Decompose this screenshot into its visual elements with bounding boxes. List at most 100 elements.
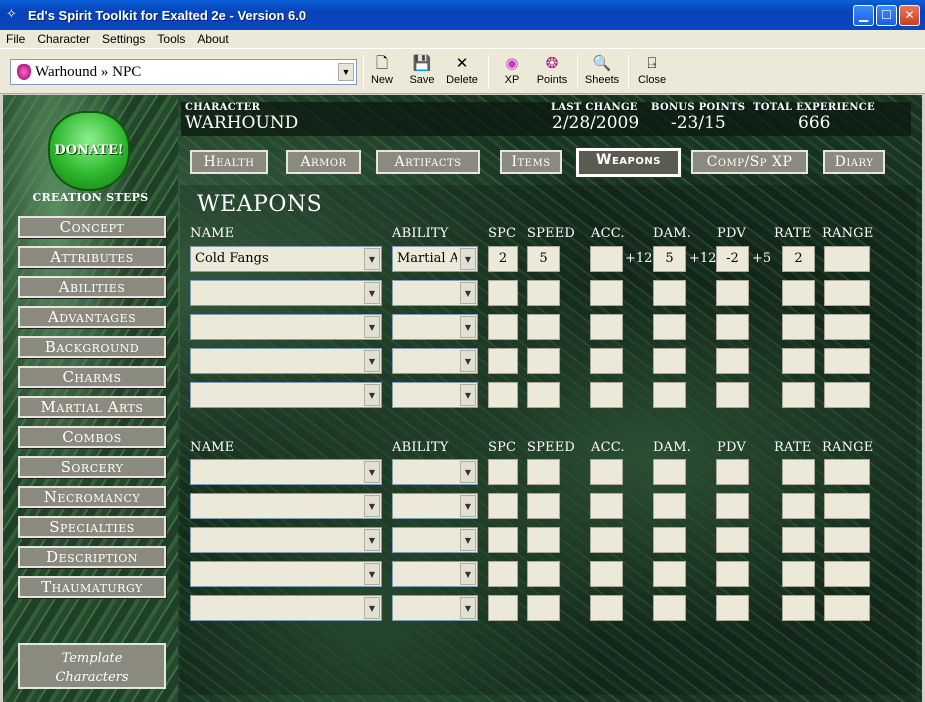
field-acc[interactable] <box>590 493 623 519</box>
field-range[interactable] <box>824 314 870 340</box>
field-pdv[interactable] <box>716 459 749 485</box>
field-speed[interactable] <box>527 595 560 621</box>
tab-diary[interactable]: Diary <box>823 150 885 174</box>
character-select[interactable]: Warhound » NPC ▼ <box>10 59 357 85</box>
field-pdv[interactable]: -2 <box>716 246 749 272</box>
field-pdv[interactable] <box>716 348 749 374</box>
field-acc[interactable] <box>590 348 623 374</box>
field-dam[interactable] <box>653 280 686 306</box>
chevron-down-icon[interactable]: ▼ <box>364 597 380 619</box>
chevron-down-icon[interactable]: ▼ <box>460 529 476 551</box>
nav-concept[interactable]: Concept <box>18 216 166 238</box>
ability-select[interactable]: ▼ <box>392 493 478 519</box>
field-dam[interactable] <box>653 493 686 519</box>
field-acc[interactable] <box>590 527 623 553</box>
ability-select[interactable]: ▼ <box>392 595 478 621</box>
close-button[interactable]: ⍈ Close <box>636 54 668 90</box>
chevron-down-icon[interactable]: ▼ <box>364 248 380 270</box>
chevron-down-icon[interactable]: ▼ <box>460 597 476 619</box>
menu-settings[interactable]: Settings <box>96 30 151 48</box>
chevron-down-icon[interactable]: ▼ <box>364 529 380 551</box>
field-dam[interactable] <box>653 348 686 374</box>
field-dam[interactable] <box>653 382 686 408</box>
field-speed[interactable] <box>527 459 560 485</box>
field-range[interactable] <box>824 348 870 374</box>
field-pdv[interactable] <box>716 280 749 306</box>
field-acc[interactable] <box>590 595 623 621</box>
weapon-name-select[interactable]: ▼ <box>190 314 382 340</box>
nav-specialties[interactable]: Specialties <box>18 516 166 538</box>
field-spc[interactable] <box>488 459 518 485</box>
field-acc[interactable] <box>590 382 623 408</box>
field-acc[interactable] <box>590 561 623 587</box>
chevron-down-icon[interactable]: ▼ <box>460 495 476 517</box>
field-speed[interactable] <box>527 493 560 519</box>
field-pdv[interactable] <box>716 595 749 621</box>
field-rate[interactable] <box>782 527 815 553</box>
chevron-down-icon[interactable]: ▼ <box>364 350 380 372</box>
field-pdv[interactable] <box>716 314 749 340</box>
tab-comp-sp-xp[interactable]: Comp/Sp XP <box>691 150 808 174</box>
close-window-button[interactable]: ✕ <box>899 5 920 26</box>
ability-select[interactable]: ▼ <box>392 561 478 587</box>
delete-button[interactable]: ✕ Delete <box>444 54 480 90</box>
maximize-button[interactable]: ☐ <box>876 5 897 26</box>
field-range[interactable] <box>824 493 870 519</box>
nav-necromancy[interactable]: Necromancy <box>18 486 166 508</box>
field-speed[interactable] <box>527 527 560 553</box>
nav-description[interactable]: Description <box>18 546 166 568</box>
field-acc[interactable] <box>590 280 623 306</box>
field-spc[interactable]: 2 <box>488 246 518 272</box>
ability-select[interactable]: ▼ <box>392 280 478 306</box>
weapon-name-select[interactable]: ▼ <box>190 348 382 374</box>
template-characters-button[interactable]: Template Characters <box>18 643 166 689</box>
weapon-name-select[interactable]: ▼ <box>190 493 382 519</box>
field-acc[interactable] <box>590 459 623 485</box>
nav-martial-arts[interactable]: Martial Arts <box>18 396 166 418</box>
minimize-button[interactable]: ▁ <box>853 5 874 26</box>
field-rate[interactable] <box>782 348 815 374</box>
new-button[interactable]: 🗋 New <box>368 54 396 90</box>
ability-select[interactable]: ▼ <box>392 527 478 553</box>
field-dam[interactable] <box>653 314 686 340</box>
field-speed[interactable] <box>527 382 560 408</box>
chevron-down-icon[interactable]: ▼ <box>338 63 354 81</box>
menu-file[interactable]: File <box>0 30 31 48</box>
field-spc[interactable] <box>488 527 518 553</box>
save-button[interactable]: 💾 Save <box>406 54 438 90</box>
ability-select[interactable]: ▼ <box>392 348 478 374</box>
chevron-down-icon[interactable]: ▼ <box>364 461 380 483</box>
field-spc[interactable] <box>488 314 518 340</box>
weapon-name-select[interactable]: ▼ <box>190 280 382 306</box>
nav-sorcery[interactable]: Sorcery <box>18 456 166 478</box>
field-rate[interactable] <box>782 280 815 306</box>
field-spc[interactable] <box>488 382 518 408</box>
field-dam[interactable] <box>653 595 686 621</box>
nav-advantages[interactable]: Advantages <box>18 306 166 328</box>
field-range[interactable] <box>824 280 870 306</box>
field-acc[interactable] <box>590 314 623 340</box>
field-rate[interactable] <box>782 561 815 587</box>
field-pdv[interactable] <box>716 561 749 587</box>
nav-charms[interactable]: Charms <box>18 366 166 388</box>
field-spc[interactable] <box>488 348 518 374</box>
sheets-button[interactable]: 🔍 Sheets <box>583 54 621 90</box>
field-range[interactable] <box>824 246 870 272</box>
field-dam[interactable] <box>653 561 686 587</box>
field-pdv[interactable] <box>716 493 749 519</box>
weapon-name-select[interactable]: ▼ <box>190 459 382 485</box>
nav-abilities[interactable]: Abilities <box>18 276 166 298</box>
chevron-down-icon[interactable]: ▼ <box>460 461 476 483</box>
field-rate[interactable] <box>782 595 815 621</box>
field-dam[interactable] <box>653 459 686 485</box>
chevron-down-icon[interactable]: ▼ <box>364 384 380 406</box>
weapon-name-select[interactable]: Cold Fangs ▼ <box>190 246 382 272</box>
field-spc[interactable] <box>488 493 518 519</box>
field-range[interactable] <box>824 459 870 485</box>
ability-select[interactable]: ▼ <box>392 314 478 340</box>
nav-background[interactable]: Background <box>18 336 166 358</box>
chevron-down-icon[interactable]: ▼ <box>364 316 380 338</box>
chevron-down-icon[interactable]: ▼ <box>460 384 476 406</box>
field-pdv[interactable] <box>716 382 749 408</box>
field-range[interactable] <box>824 382 870 408</box>
